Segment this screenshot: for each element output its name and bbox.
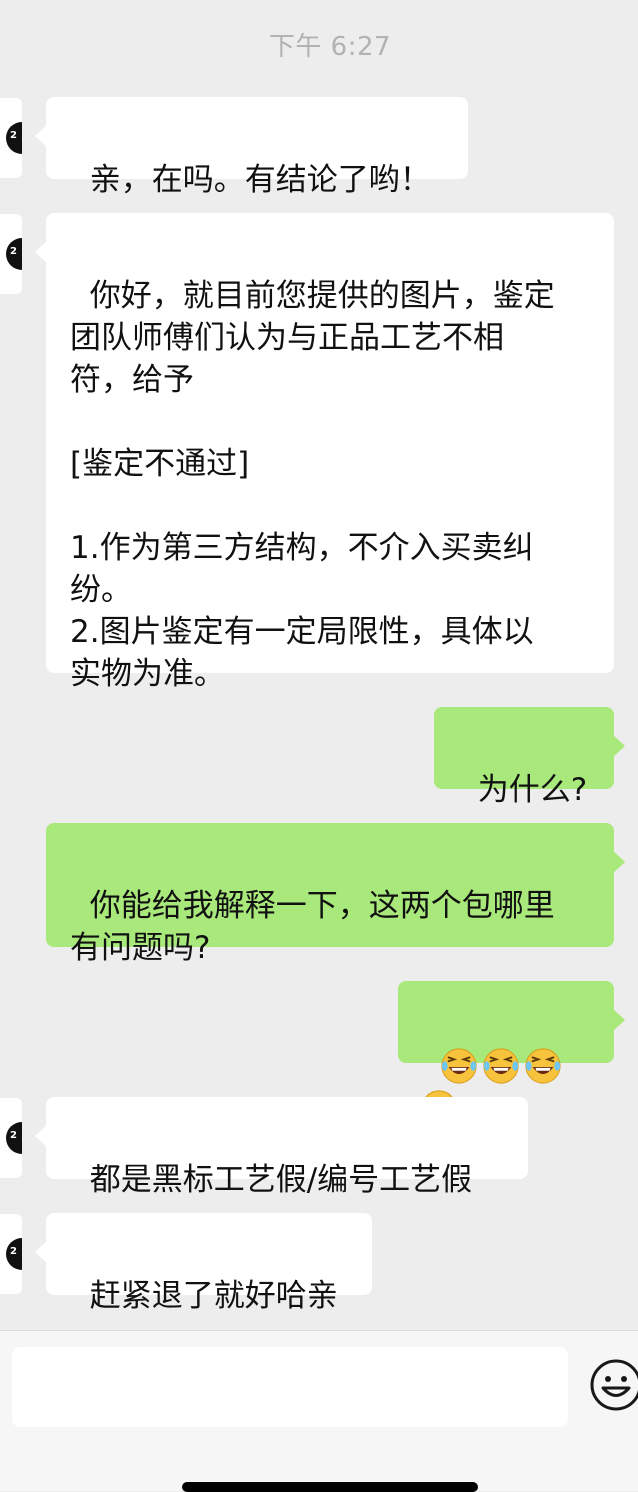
message-text: 赶紧退了就好哈亲 (89, 1278, 338, 1314)
message-text: 亲，在吗。有结论了哟！ (89, 162, 431, 198)
avatar-logo-icon: 2 (6, 122, 22, 154)
avatar-logo-icon: 2 (6, 1122, 22, 1154)
contact-avatar[interactable]: 2 (0, 214, 22, 294)
message-bubble-outgoing[interactable] (398, 981, 625, 1126)
message-bubble-incoming[interactable]: 都是黑标工艺假/编号工艺假 (35, 1097, 528, 1198)
message-input[interactable] (12, 1347, 568, 1427)
chat-timestamp: 下午 6:27 (268, 32, 392, 62)
message-text: 你好，就目前您提供的图片，鉴定 团队师傅们认为与正品工艺不相 符，给予 [鉴定不… (70, 278, 555, 692)
home-indicator (182, 1482, 478, 1492)
message-text: 为什么? (477, 772, 588, 808)
laugh-crying-emoji (525, 1047, 561, 1084)
message-bubble-incoming[interactable]: 亲，在吗。有结论了哟！ (35, 97, 468, 198)
contact-avatar[interactable]: 2 (0, 98, 22, 178)
smiley-face-icon[interactable] (588, 1357, 638, 1413)
message-bubble-incoming[interactable]: 赶紧退了就好哈亲 (35, 1213, 372, 1314)
message-text: 你能给我解释一下，这两个包哪里 有问题吗? (70, 888, 555, 966)
laugh-crying-emoji (483, 1047, 519, 1084)
message-bubble-outgoing[interactable]: 你能给我解释一下，这两个包哪里 有问题吗? (46, 823, 625, 966)
avatar-logo-icon: 2 (6, 238, 22, 270)
contact-avatar[interactable]: 2 (0, 1214, 22, 1294)
message-bubble-incoming[interactable]: 你好，就目前您提供的图片，鉴定 团队师傅们认为与正品工艺不相 符，给予 [鉴定不… (35, 213, 614, 692)
chat-input-bar (0, 1330, 638, 1491)
message-text: 都是黑标工艺假/编号工艺假 (89, 1162, 473, 1198)
message-bubble-outgoing[interactable]: 为什么? (434, 707, 625, 808)
laugh-crying-emoji (441, 1047, 477, 1084)
contact-avatar[interactable]: 2 (0, 1098, 22, 1178)
avatar-logo-icon: 2 (6, 1238, 22, 1270)
